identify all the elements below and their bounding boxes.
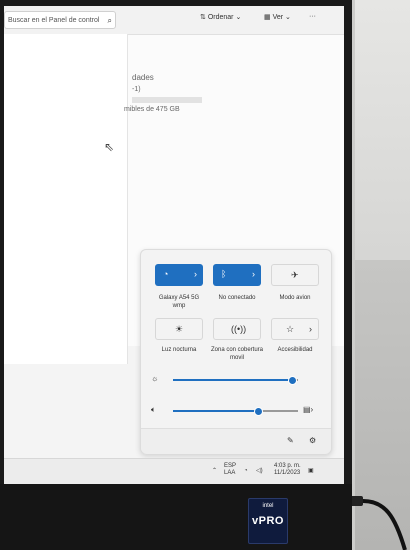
airplane-icon: ✈ xyxy=(291,270,299,280)
tile-airplane[interactable]: ✈ xyxy=(271,264,319,286)
brightness-icon: ☼ xyxy=(151,374,159,383)
search-input[interactable]: Buscar en el Panel de control ⌕ xyxy=(4,11,116,29)
chevron-up-icon[interactable]: ⌃ xyxy=(212,468,217,475)
edit-icon[interactable]: ✎ xyxy=(287,436,294,445)
power-cable xyxy=(349,496,407,550)
monitor-bezel xyxy=(0,484,352,550)
volume-thumb[interactable] xyxy=(254,407,263,416)
view-label: Ver xyxy=(272,14,284,21)
tile-wifi[interactable]: ◔ › xyxy=(155,264,203,286)
tile-label-accessibility: Accesibilidad xyxy=(277,347,313,353)
settings-gear-icon[interactable]: ⚙ xyxy=(309,436,316,445)
clock-time: 4:03 p. m. xyxy=(274,463,301,469)
quick-settings-footer: ✎ ⚙ xyxy=(141,428,331,454)
language-indicator[interactable]: ESP LAA xyxy=(224,463,236,477)
tile-label-bluetooth: No conectado xyxy=(218,295,256,301)
brightness-slider[interactable]: ☼ xyxy=(151,374,321,386)
taskbar: ⌃ ESP LAA ◔ ◁) 4:03 p. m. 11/1/2023 ▣ xyxy=(4,458,344,484)
tile-label-night-light: Luz nocturna xyxy=(161,347,197,353)
monitor: Buscar en el Panel de control ⌕ ⇅ Ordena… xyxy=(0,0,352,550)
view-menu[interactable]: ▦ Ver ⌄ xyxy=(264,13,291,21)
navigation-pane[interactable] xyxy=(4,34,128,364)
clock-date: 11/1/2023 xyxy=(274,470,301,476)
intel-vpro-sticker: intel vPRO xyxy=(248,498,288,544)
tile-label-wifi: Galaxy A54 5G wmp xyxy=(158,295,200,309)
more-options-icon[interactable]: ··· xyxy=(309,13,316,20)
tile-bluetooth[interactable]: ᛒ › xyxy=(213,264,261,286)
volume-fill xyxy=(173,410,258,412)
search-icon[interactable]: ⌕ xyxy=(108,12,112,28)
free-space-text: mibles de 475 GB xyxy=(124,106,180,113)
storage-bar xyxy=(132,97,202,103)
wifi-icon: ◔ xyxy=(163,269,169,279)
tile-label-airplane: Modo avion xyxy=(279,295,311,301)
tile-label-hotspot: Zona con cobertura movil xyxy=(210,347,264,361)
audio-output-icon[interactable]: ▤› xyxy=(303,405,313,414)
tile-accessibility[interactable]: ☆ › xyxy=(271,318,319,340)
clock[interactable]: 4:03 p. m. 11/1/2023 xyxy=(274,463,301,477)
sort-menu[interactable]: ⇅ Ordenar ⌄ xyxy=(200,13,241,21)
explorer-toolbar: Buscar en el Panel de control ⌕ ⇅ Ordena… xyxy=(4,6,344,35)
bluetooth-icon: ᛒ xyxy=(221,269,227,279)
volume-slider[interactable]: 🔈︎ ▤› xyxy=(151,405,321,417)
volume-tray-icon[interactable]: ◁) xyxy=(256,468,263,475)
sticker-model: vPRO xyxy=(252,515,284,527)
quick-settings-panel: ◔ › Galaxy A54 5G wmp ᛒ › No conectado ✈… xyxy=(140,249,332,454)
properties-title: dades xyxy=(132,73,154,82)
chevron-right-icon[interactable]: › xyxy=(252,269,255,279)
properties-line: -1) xyxy=(132,86,141,93)
sort-label: Ordenar xyxy=(207,14,234,21)
wifi-tray-icon[interactable]: ◔ xyxy=(244,468,248,475)
tile-hotspot[interactable]: ((•)) xyxy=(213,318,261,340)
screen: Buscar en el Panel de control ⌕ ⇅ Ordena… xyxy=(4,6,344,484)
language-bottom: LAA xyxy=(224,470,236,476)
mouse-cursor-icon: ⇖ xyxy=(104,140,115,154)
brightness-fill xyxy=(173,379,292,381)
language-top: ESP xyxy=(224,463,237,469)
chevron-right-icon[interactable]: › xyxy=(309,324,312,334)
chevron-right-icon[interactable]: › xyxy=(194,269,197,279)
tile-night-light[interactable]: ☀ xyxy=(155,318,203,340)
brightness-track[interactable] xyxy=(173,376,298,385)
accessibility-icon: ☆ xyxy=(286,324,295,334)
brightness-thumb[interactable] xyxy=(287,376,297,385)
search-placeholder: Buscar en el Panel de control xyxy=(8,17,100,24)
hotspot-icon: ((•)) xyxy=(231,324,247,334)
sticker-brand: intel xyxy=(262,503,274,509)
night-light-icon: ☀ xyxy=(175,324,184,334)
speaker-icon: 🔈︎ xyxy=(151,405,156,414)
notifications-icon[interactable]: ▣ xyxy=(308,468,314,475)
volume-track[interactable] xyxy=(173,407,298,416)
